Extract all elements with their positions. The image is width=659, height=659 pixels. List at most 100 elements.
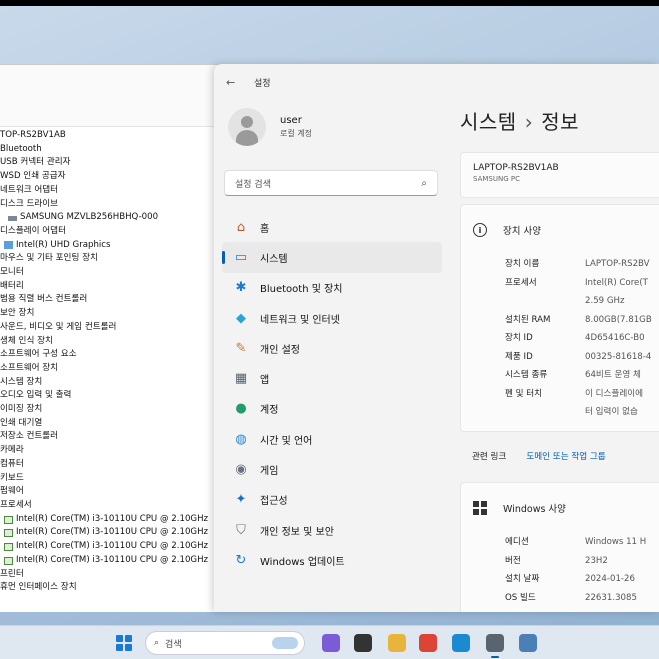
device-tree-item[interactable]: 보안 장치 <box>0 307 232 321</box>
device-tree-label: Intel(R) Core(TM) i3-10110U CPU @ 2.10GH… <box>16 513 209 524</box>
copilot-icon[interactable] <box>322 634 340 652</box>
device-tree-item[interactable]: 사운드, 비디오 및 게임 컨트롤러 <box>0 321 232 335</box>
device-tree-label: 시스템 장치 <box>0 376 43 387</box>
account-icon: ● <box>235 401 247 417</box>
settings-window[interactable]: ← 설정 user 로컬 계정 설정 검색 ⌕ ⌂ 홈 ▭ 시스템 ✱ Bluetooth… <box>214 64 659 612</box>
device-tree-item[interactable]: TOP-RS2BV1AB <box>0 129 232 143</box>
user-name: user <box>280 115 302 126</box>
device-tree-label: 프린터 <box>0 568 24 579</box>
file-explorer-icon[interactable] <box>388 634 406 652</box>
device-tree-item[interactable]: 시스템 장치 <box>0 376 232 390</box>
spec-row: 펜 및 터치 이 디스플레이에 <box>461 385 659 404</box>
domain-workgroup-link[interactable]: 도메인 또는 작업 그룹 <box>526 450 605 462</box>
nav-item-label: 계정 <box>260 405 279 417</box>
nav-item[interactable]: ◍ 시간 및 언어 <box>222 424 442 454</box>
device-name-card: LAPTOP-RS2BV1AB SAMSUNG PC <box>460 152 659 198</box>
device-tree-item[interactable]: 키보드 <box>0 472 232 486</box>
device-tree-item[interactable]: 네트워크 어댑터 <box>0 184 232 198</box>
device-tree-item[interactable]: 디스크 드라이브 <box>0 198 232 212</box>
taskbar-search[interactable]: ⌕ 검색 <box>145 631 305 655</box>
windows-spec-card[interactable]: Windows 사양 에디션 Windows 11 H 버전 23H2 설치 날짜 202… <box>460 482 659 612</box>
device-tree-item[interactable]: 소프트웨어 구성 요소 <box>0 348 232 362</box>
spec-row: 시스템 종류 64비트 운영 체 <box>461 366 659 385</box>
device-tree-item[interactable]: Intel(R) Core(TM) i3-10110U CPU @ 2.10GH… <box>0 540 232 554</box>
device-tree-item[interactable]: Bluetooth <box>0 143 232 157</box>
task-view-icon[interactable] <box>354 634 372 652</box>
device-tree[interactable]: TOP-RS2BV1AB Bluetooth USB 커넥터 관리자 WSD 인쇄 공… <box>0 127 232 595</box>
nav-item[interactable]: ◉ 게임 <box>222 454 442 484</box>
device-tree-item[interactable]: 오디오 입력 및 출력 <box>0 389 232 403</box>
start-button-icon[interactable] <box>116 635 132 651</box>
settings-nav: ⌂ 홈 ▭ 시스템 ✱ Bluetooth 및 장치 ◆ 네트워크 및 인터넷 ✎ 개인 설정 ▦ 앱… <box>222 212 442 576</box>
chrome-icon[interactable] <box>419 634 437 652</box>
nav-item-label: 개인 정보 및 보안 <box>260 526 334 538</box>
device-tree-item[interactable]: Intel(R) UHD Graphics <box>0 239 232 253</box>
device-tree-item[interactable]: 디스플레이 어댑터 <box>0 225 232 239</box>
apps-icon: ▦ <box>234 371 248 387</box>
device-tree-item[interactable]: 소프트웨어 장치 <box>0 362 232 376</box>
spec-value: 23H2 <box>585 555 608 566</box>
device-tree-label: 사운드, 비디오 및 게임 컨트롤러 <box>0 321 117 332</box>
device-tree-item[interactable]: Intel(R) Core(TM) i3-10110U CPU @ 2.10GH… <box>0 513 232 527</box>
nav-item-label: 홈 <box>260 223 270 235</box>
settings-search-input[interactable]: 설정 검색 ⌕ <box>224 170 438 196</box>
spec-value: 4D65416C-B0 <box>585 333 645 343</box>
nav-item[interactable]: ✎ 개인 설정 <box>222 333 442 363</box>
device-tree-item[interactable]: 프린터 <box>0 568 232 582</box>
device-tree-item[interactable]: 이미징 장치 <box>0 403 232 417</box>
nav-item[interactable]: ↻ Windows 업데이트 <box>222 545 442 575</box>
nav-item[interactable]: ● 계정 <box>222 394 442 424</box>
device-spec-header[interactable]: i 장치 사양 <box>461 205 659 255</box>
device-tree-item[interactable]: SAMSUNG MZVLB256HBHQ-000 <box>0 211 232 225</box>
spec-row: 터 입력이 없습 <box>461 403 659 422</box>
device-tree-item[interactable]: Intel(R) Core(TM) i3-10110U CPU @ 2.10GH… <box>0 526 232 540</box>
device-tree-item[interactable]: 펌웨어 <box>0 485 232 499</box>
edge-icon[interactable] <box>452 634 470 652</box>
spec-row: 설치 날짜 2024-01-26 <box>461 570 659 589</box>
device-tree-label: 보안 장치 <box>0 308 35 319</box>
device-tree-item[interactable]: 생체 인식 장치 <box>0 335 232 349</box>
device-name: LAPTOP-RS2BV1AB <box>473 163 559 173</box>
device-tree-item[interactable]: 배터리 <box>0 280 232 294</box>
settings-gear-icon[interactable] <box>486 634 504 658</box>
breadcrumb-system[interactable]: 시스템 <box>460 110 517 134</box>
device-tree-label: SAMSUNG MZVLB256HBHQ-000 <box>20 212 159 223</box>
device-tree-label: 펌웨어 <box>0 486 24 497</box>
device-manager-icon[interactable] <box>519 634 537 652</box>
nav-item[interactable]: ▦ 앱 <box>222 363 442 393</box>
device-tree-label: 소프트웨어 구성 요소 <box>0 349 77 360</box>
windows-logo-icon <box>473 501 487 515</box>
user-profile[interactable]: user 로컬 계정 <box>228 108 312 146</box>
device-tree-item[interactable]: Intel(R) Core(TM) i3-10110U CPU @ 2.10GH… <box>0 554 232 568</box>
nav-item[interactable]: ⛉ 개인 정보 및 보안 <box>222 515 442 545</box>
device-tree-item[interactable]: 모니터 <box>0 266 232 280</box>
cpu-icon <box>4 542 13 551</box>
device-manager-window[interactable]: TOP-RS2BV1AB Bluetooth USB 커넥터 관리자 WSD 인쇄 공… <box>0 64 232 612</box>
back-arrow-icon[interactable]: ← <box>226 76 242 89</box>
cpu-icon <box>4 529 13 538</box>
device-spec-card[interactable]: i 장치 사양 장치 이름 LAPTOP-RS2BV 프로세서 Intel(R) Co… <box>460 204 659 432</box>
device-tree-item[interactable]: 범용 직렬 버스 컨트롤러 <box>0 293 232 307</box>
disk-icon <box>8 215 17 221</box>
brush-icon: ✎ <box>235 340 247 356</box>
device-tree-item[interactable]: USB 커넥터 관리자 <box>0 156 232 170</box>
device-tree-item[interactable]: 저장소 컨트롤러 <box>0 430 232 444</box>
device-tree-item[interactable]: WSD 인쇄 공급자 <box>0 170 232 184</box>
device-tree-label: 배터리 <box>0 280 24 291</box>
device-tree-item[interactable]: 인쇄 대기열 <box>0 417 232 431</box>
accessibility-icon: ✦ <box>235 492 247 508</box>
nav-item[interactable]: ✱ Bluetooth 및 장치 <box>222 273 442 303</box>
device-tree-item[interactable]: 컴퓨터 <box>0 458 232 472</box>
device-tree-item[interactable]: 휴먼 인터페이스 장치 <box>0 581 232 595</box>
nav-item[interactable]: ◆ 네트워크 및 인터넷 <box>222 303 442 333</box>
gpu-icon <box>4 241 13 250</box>
device-tree-item[interactable]: 카메라 <box>0 444 232 458</box>
nav-item[interactable]: ✦ 접근성 <box>222 485 442 515</box>
device-tree-item[interactable]: 마우스 및 기타 포인팅 장치 <box>0 252 232 266</box>
device-tree-item[interactable]: 프로세서 <box>0 499 232 513</box>
spec-value: Windows 11 H <box>585 537 647 547</box>
spec-row: 2.59 GHz <box>461 292 659 311</box>
nav-item[interactable]: ▭ 시스템 <box>222 242 442 273</box>
windows-spec-header[interactable]: Windows 사양 <box>461 483 659 533</box>
nav-item[interactable]: ⌂ 홈 <box>222 212 442 242</box>
